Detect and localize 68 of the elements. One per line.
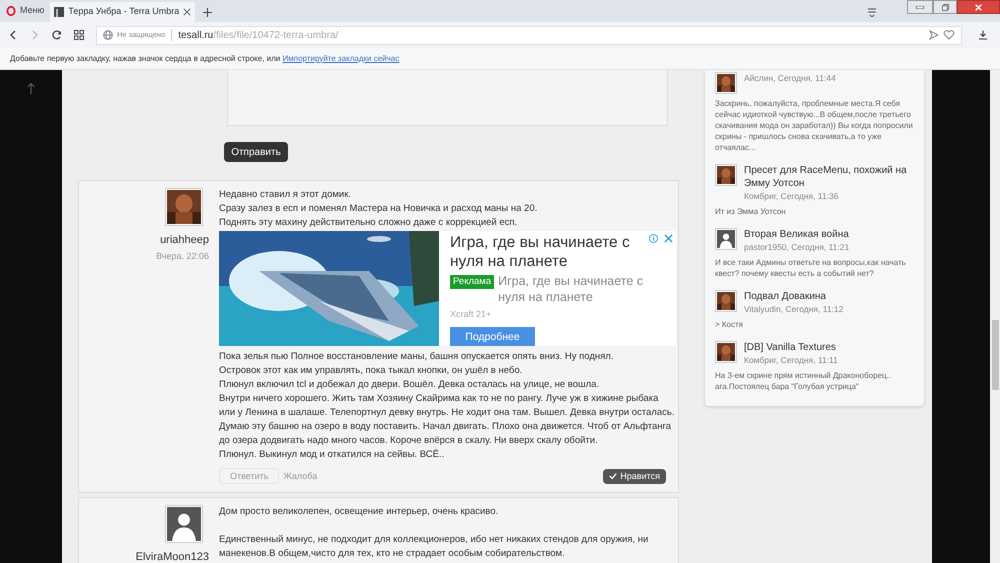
author-name[interactable]: ElviraMoon123 [136,549,209,563]
scroll-top-icon[interactable] [27,82,35,95]
avatar-silhouette-icon [167,507,201,541]
browser-tab[interactable]: Терра Унбра - Terra Umbra [50,2,196,22]
bookmark-hint: Добавьте первую закладку, нажав значок сердца в адресной строке, или Импортируйте закладки сейчас [10,52,400,64]
submit-button[interactable]: Отправить [224,142,288,162]
import-bookmarks-link[interactable]: Импортируйте закладки сейчас [282,54,400,62]
minimize-button[interactable] [907,0,933,14]
comment-excerpt: Заскринь, пожалуйста, проблемные места.Я себя сейчас идиоткой чувствую...В общем,после третьего скачивания мода он заработал)) Вы когда попросили скрины - пришлось снова скачивать,а то уже отчаялас... [715,98,914,153]
url-text: tesall.ru/files/file/10472-terra-umbra/ [178,28,338,42]
avatar-silhouette-icon [717,230,735,248]
topic-link[interactable]: [DB] Vanilla Textures [744,341,838,354]
minimize-icon [916,6,924,8]
ad-description: Игра, где вы начинаете с нуля на планете [498,273,644,305]
check-icon [609,472,618,480]
topic-link[interactable]: Подвал Довакина [744,290,844,303]
restore-icon [942,4,948,10]
comment-text: Внутри ничего хорошего. Жить там Хозяину Скайрима как то не по рангу. Луче уж в хижине рыбака [219,392,658,406]
tab-title: Терра Унбра - Terra Umbra [68,5,180,18]
globe-icon [103,30,113,40]
reload-icon[interactable] [52,30,62,40]
post-date: Вчера, 22:06 [156,250,209,263]
like-button[interactable]: Нравится [603,468,666,484]
comment-meta: Комбриг, Сегодня, 11:11 [744,355,838,366]
topic-link[interactable]: Пресет для RaceMenu, похожий на Эмму Уотсон [744,164,914,190]
ad-headline[interactable]: Игра, где вы начинаете с нуля на планете [450,233,650,271]
comment-text: Недавно ставил я этот домик. [219,188,351,202]
comment-text: манекенов.В общем,чисто для тех, кто не страдает особым собирательством. [219,547,565,561]
comment-text: Плюнул включил tcl и добежал до двери. Вошёл. Девка осталась на улице, не вошла. [219,378,600,392]
comment-meta: pastor1950, Сегодня, 11:21 [744,242,850,253]
opera-logo-icon [6,6,16,16]
tab-favicon-icon [54,7,64,17]
comment-text: Единственный минус, не подходит для коллекционеров, ибо нет никаких стендов для оружия, ни [219,533,648,547]
menu-button[interactable]: Меню [0,0,50,22]
close-icon[interactable] [183,8,192,16]
comment-meta: Комбриг, Сегодня, 11:36 [744,191,840,202]
close-icon[interactable] [664,234,673,243]
comment-meta: Vitalyudin, Сегодня, 11:12 [744,304,844,315]
heart-icon[interactable] [943,30,955,40]
author-name[interactable]: uriahheep [160,232,209,248]
close-icon [975,4,982,10]
send-icon[interactable] [929,30,939,40]
comment-text: Пока зелья пью Полное восстановление маны, башня опускается опять вниз. Ну поднял. [219,350,614,364]
comment-text: Думаю эту башню на озеро в воду поставить. Начал двигать. Плохо она движется. Чтоб от Альфтанга [219,420,672,434]
tab-menu-icon[interactable] [867,7,877,17]
comment-text: Островок этот как им управлять, пока тыкал кнопки, он ушёл в небо. [219,364,522,378]
comment-meta: Айслин, Сегодня, 11:44 [744,73,836,84]
download-icon[interactable] [978,30,988,40]
window-close-button[interactable] [957,0,1000,14]
scrollbar-thumb[interactable] [992,320,998,390]
info-icon[interactable] [649,234,658,243]
comment-text: Поднять эту махину действительно сложно даже с коррекцией есп. [219,216,518,230]
comment-excerpt: На 3-ем скрине прям истинный Драконоборец.. ага.Постоялец бара "Голубая устрица" [715,370,892,392]
comment-text: Плюнул. Выкинул мод и откатился на сейвы. ВСЁ.. [219,448,444,462]
comment-text: или у Ленина в шалаше. Телепортнул девку внутрь. Не ходит она там. Вышел. Девка внутри осталась. [219,406,674,420]
comment-text: до озера додвигать надо много часов. Короче впёрся в скалу. Ни вверх скалу обойти. [219,434,598,448]
comment-excerpt: > Костя [715,319,744,330]
comment-text: Дом просто великолепен, освещение интерьер, очень красиво. [219,505,498,519]
comment-excerpt: И все таки Админы ответьте на вопросы,как начать квест? почему квесты есть а событий нет? [715,257,907,279]
topic-link[interactable]: Вторая Великая война [744,228,850,241]
restore-button[interactable] [933,0,957,14]
comment-text: Сразу залез в есп и поменял Мастера на Новичка и расход маны на 20. [219,202,538,216]
comment-excerpt: Ит из Эмма Уотсон [715,206,787,217]
ad-source: Xcraft 21+ [450,308,492,321]
grid-icon[interactable] [74,30,84,40]
new-tab-icon[interactable] [203,8,212,17]
back-icon[interactable] [8,30,18,40]
ad-label: Реклама [450,275,494,289]
